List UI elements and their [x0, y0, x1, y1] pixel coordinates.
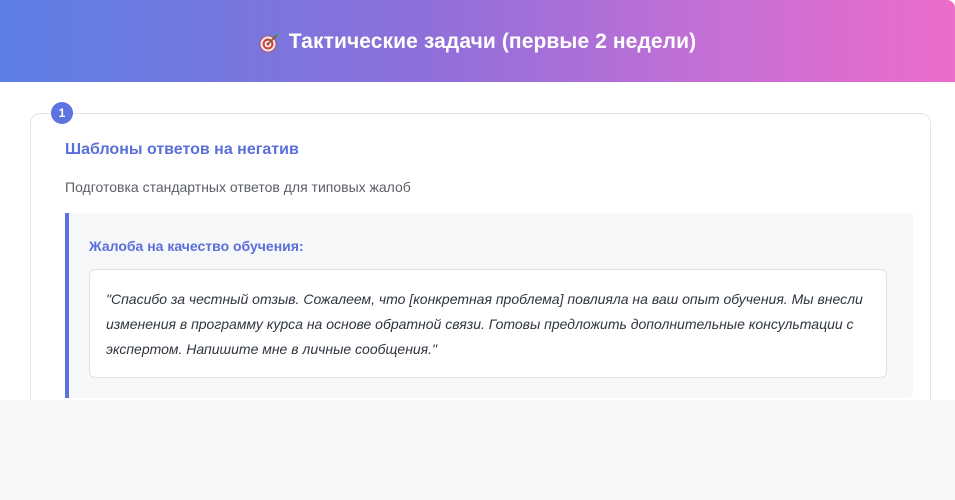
section-title: Тактические задачи (первые 2 недели): [259, 30, 696, 54]
template-title: Жалоба на качество обучения:: [89, 238, 304, 254]
step-number-badge: 1: [51, 102, 73, 124]
task-title: Шаблоны ответов на негатив: [65, 141, 299, 158]
template-quote-text: "Спасибо за честный отзыв. Сожалеем, что…: [106, 291, 863, 357]
task-description: Подготовка стандартных ответов для типов…: [65, 179, 411, 195]
section-header: Тактические задачи (первые 2 недели): [0, 0, 955, 82]
page-viewport: Тактические задачи (первые 2 недели) 1 Ш…: [0, 0, 955, 400]
target-icon: [259, 32, 280, 53]
section-title-text: Тактические задачи (первые 2 недели): [288, 30, 697, 53]
template-quote-box: "Спасибо за честный отзыв. Сожалеем, что…: [89, 269, 887, 378]
